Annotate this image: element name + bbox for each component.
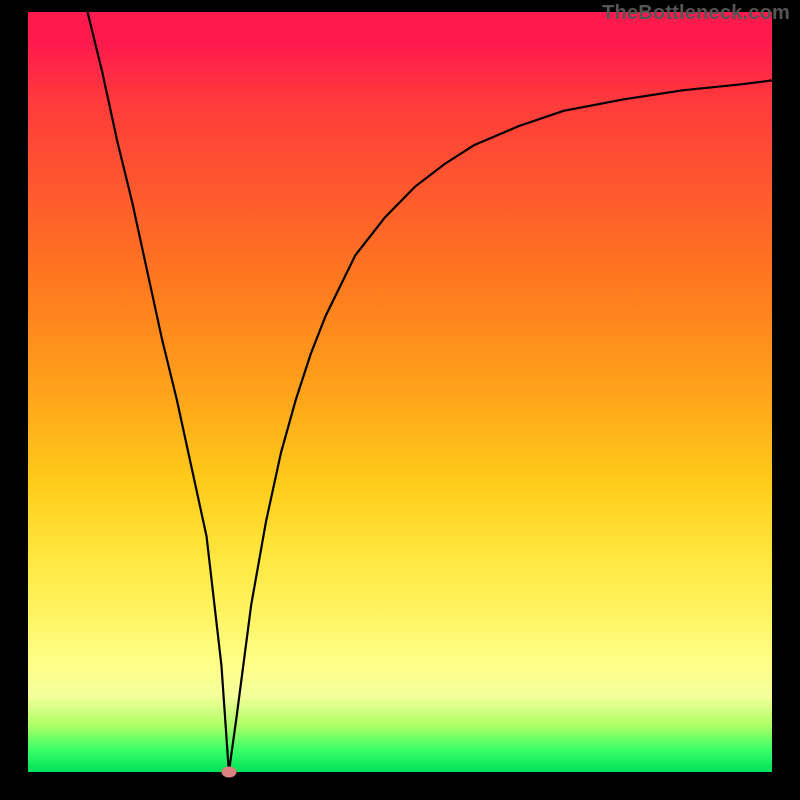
plot-area [28, 12, 772, 772]
minimum-marker [221, 767, 236, 778]
chart-frame: TheBottleneck.com [0, 0, 800, 800]
watermark-text: TheBottleneck.com [602, 2, 790, 25]
chart-curve [28, 12, 772, 772]
